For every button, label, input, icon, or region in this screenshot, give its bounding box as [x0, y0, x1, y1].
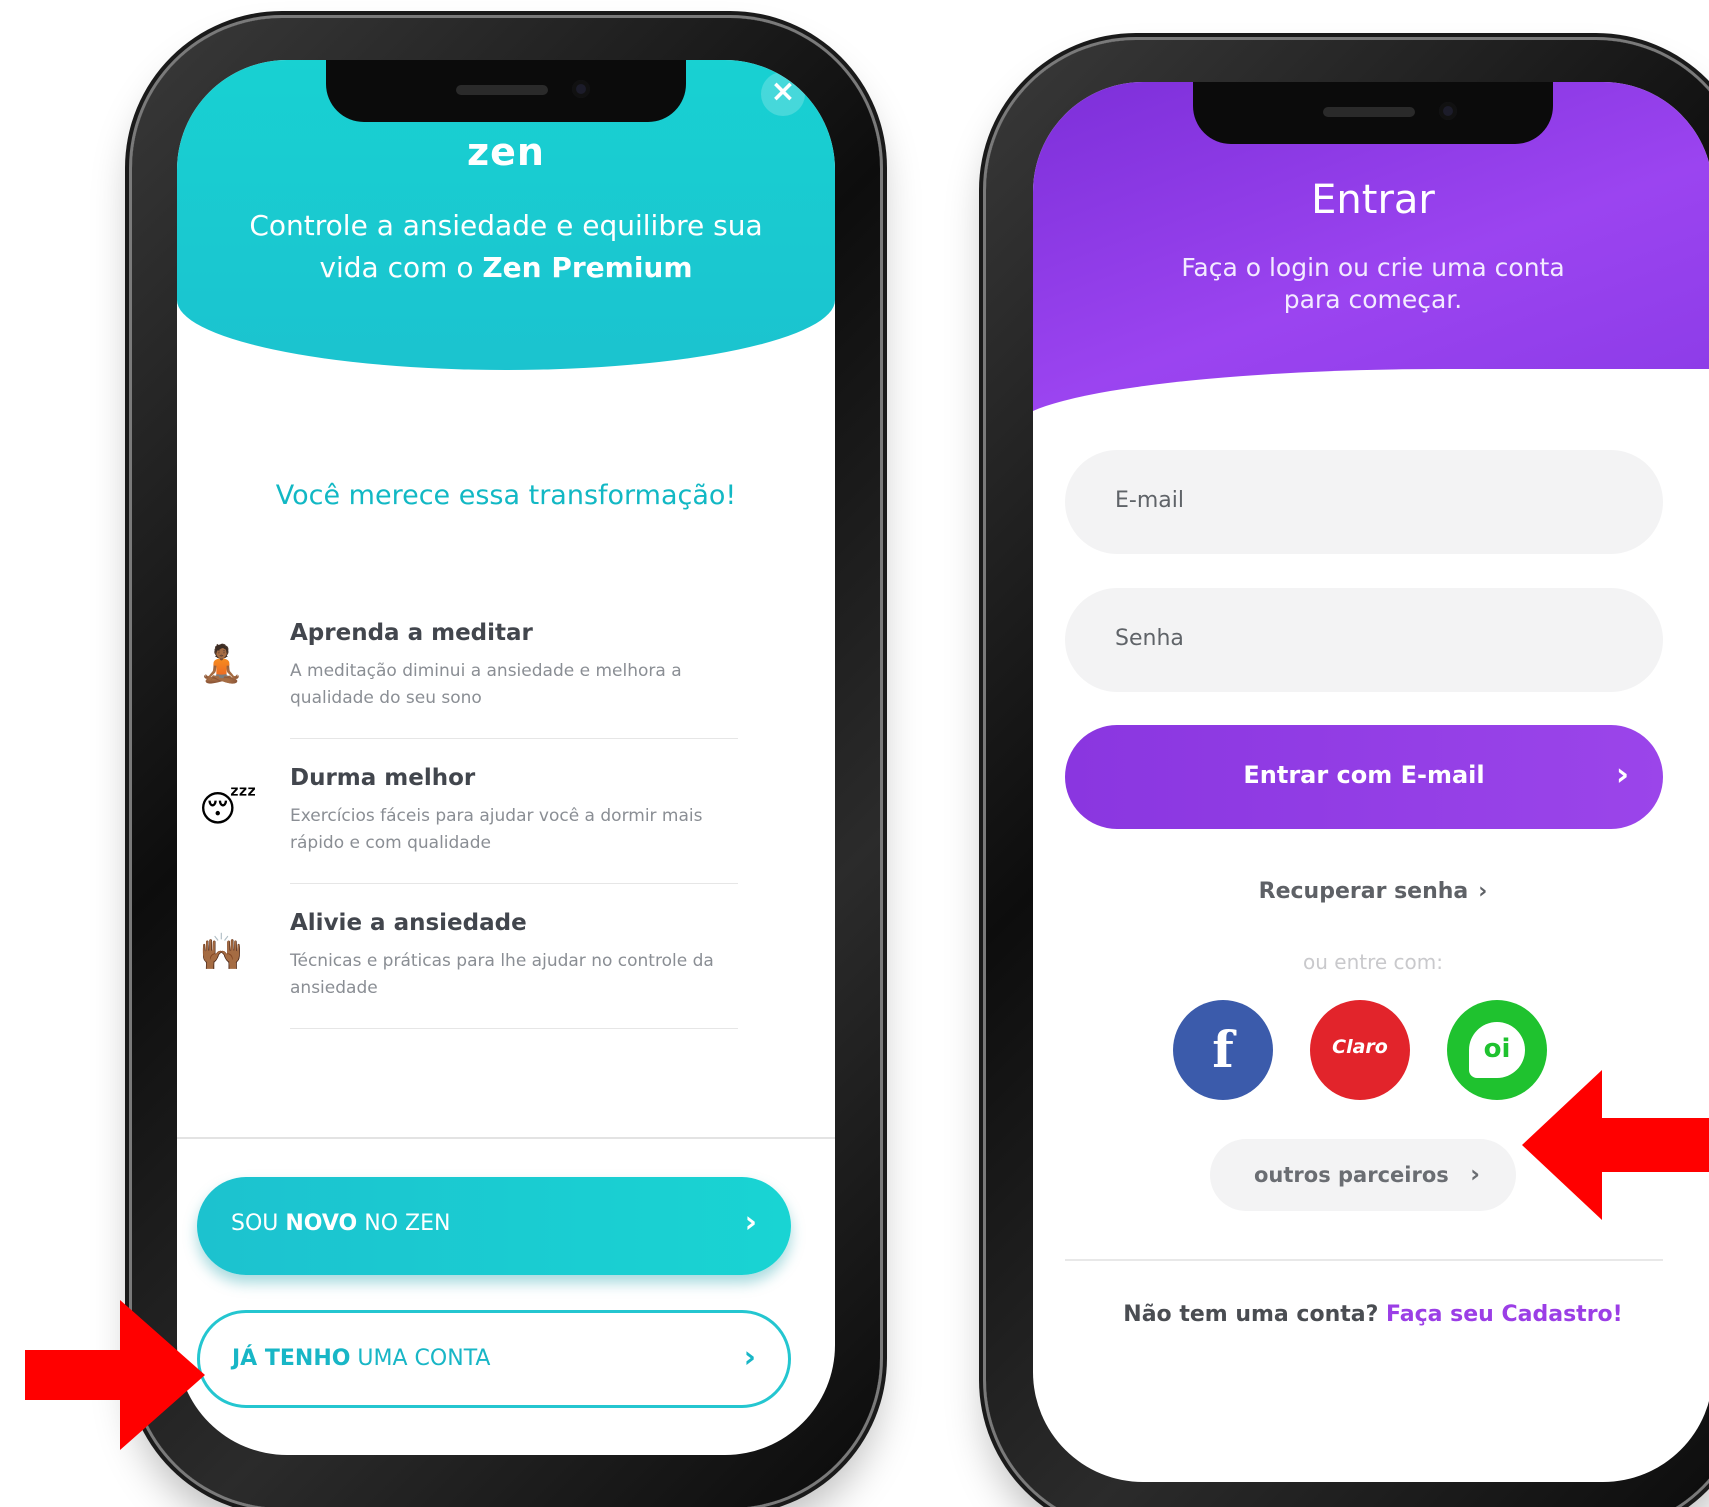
oi-logo-icon: oi	[1469, 1022, 1525, 1078]
facebook-login-button[interactable]: f	[1173, 1000, 1273, 1100]
oi-logo-text: oi	[1483, 1034, 1511, 1064]
signup-prompt: Não tem uma conta? Faça seu Cadastro!	[1033, 1302, 1709, 1327]
arrow-right-icon	[25, 1300, 205, 1450]
password-placeholder: Senha	[1115, 626, 1184, 651]
front-camera	[572, 80, 590, 98]
bottom-separator	[177, 1137, 835, 1139]
phone-notch	[1193, 82, 1553, 144]
zen-premium-screen: × zen Controle a ansiedade e equilibre s…	[177, 60, 835, 1455]
feature-title: Aprenda a meditar	[290, 620, 533, 646]
phone-frame-right: Entrar Faça o login ou crie uma conta pa…	[986, 40, 1709, 1507]
speaker-grille	[456, 85, 548, 95]
feature-divider	[290, 1028, 738, 1029]
transformation-subtitle: Você merece essa transformação!	[275, 480, 737, 511]
phone-notch	[326, 60, 686, 122]
speaker-grille	[1323, 107, 1415, 117]
meditation-icon: 🧘🏾	[199, 644, 244, 685]
login-screen: Entrar Faça o login ou crie uma conta pa…	[1033, 82, 1709, 1482]
email-field[interactable]: E-mail	[1065, 450, 1663, 554]
password-field[interactable]: Senha	[1065, 588, 1663, 692]
claro-logo-icon: Claro	[1332, 1036, 1388, 1058]
arrow-left-icon	[1522, 1070, 1709, 1220]
email-login-label: Entrar com E-mail	[1243, 761, 1485, 789]
recover-password-label: Recuperar senha	[1258, 879, 1469, 904]
close-icon[interactable]: ×	[761, 72, 805, 116]
zen-logo: zen	[467, 130, 545, 174]
signup-link[interactable]: Faça seu Cadastro!	[1386, 1302, 1623, 1327]
premium-headline: Controle a ansiedade e equilibre sua vid…	[237, 205, 775, 289]
chevron-right-icon: ›	[744, 1205, 757, 1240]
new-user-button-label: SOU NOVO NO ZEN	[231, 1211, 451, 1236]
phone-frame-left: × zen Controle a ansiedade e equilibre s…	[132, 18, 880, 1507]
feature-divider	[290, 738, 738, 739]
signup-text: Não tem uma conta?	[1123, 1302, 1387, 1327]
email-placeholder: E-mail	[1115, 488, 1184, 513]
feature-description: A meditação diminui a ansiedade e melhor…	[290, 661, 682, 708]
email-login-button[interactable]: Entrar com E-mail ›	[1065, 725, 1663, 829]
headline-bold-text: Zen Premium	[482, 251, 693, 284]
recover-password-link[interactable]: Recuperar senha ›	[1033, 879, 1709, 904]
existing-account-button-label: JÁ TENHO UMA CONTA	[232, 1346, 491, 1371]
feature-item-sleep: 😴 Durma melhor Exercícios fáceis para aj…	[177, 765, 835, 907]
chevron-right-icon: ›	[1470, 1160, 1480, 1188]
feature-description: Exercícios fáceis para ajudar você a dor…	[290, 806, 703, 853]
page-title: Entrar	[1311, 177, 1435, 223]
other-partners-button[interactable]: outros parceiros ›	[1210, 1139, 1516, 1211]
new-user-button[interactable]: SOU NOVO NO ZEN ›	[197, 1177, 791, 1275]
feature-item-anxiety: 🙌🏾 Alivie a ansiedade Técnicas e prática…	[177, 910, 835, 1052]
chevron-right-icon: ›	[743, 1340, 756, 1375]
social-login-caption: ou entre com:	[1303, 950, 1443, 974]
facebook-icon: f	[1212, 1020, 1234, 1079]
feature-title: Alivie a ansiedade	[290, 910, 527, 936]
other-partners-label: outros parceiros	[1254, 1163, 1449, 1187]
existing-account-button[interactable]: JÁ TENHO UMA CONTA ›	[197, 1310, 791, 1408]
claro-login-button[interactable]: Claro	[1310, 1000, 1410, 1100]
chevron-right-icon: ›	[1615, 755, 1629, 793]
feature-item-meditate: 🧘🏾 Aprenda a meditar A meditação diminui…	[177, 620, 835, 762]
header-curve	[1033, 369, 1709, 429]
sleeping-face-icon: 😴	[199, 789, 257, 830]
raised-hands-icon: 🙌🏾	[199, 932, 244, 973]
page-subtitle: Faça o login ou crie uma conta para come…	[1181, 253, 1565, 314]
chevron-right-icon: ›	[1478, 879, 1488, 904]
front-camera	[1439, 102, 1457, 120]
feature-title: Durma melhor	[290, 765, 476, 791]
signup-separator	[1065, 1259, 1663, 1261]
feature-description: Técnicas e práticas para lhe ajudar no c…	[290, 951, 714, 998]
feature-divider	[290, 883, 738, 884]
